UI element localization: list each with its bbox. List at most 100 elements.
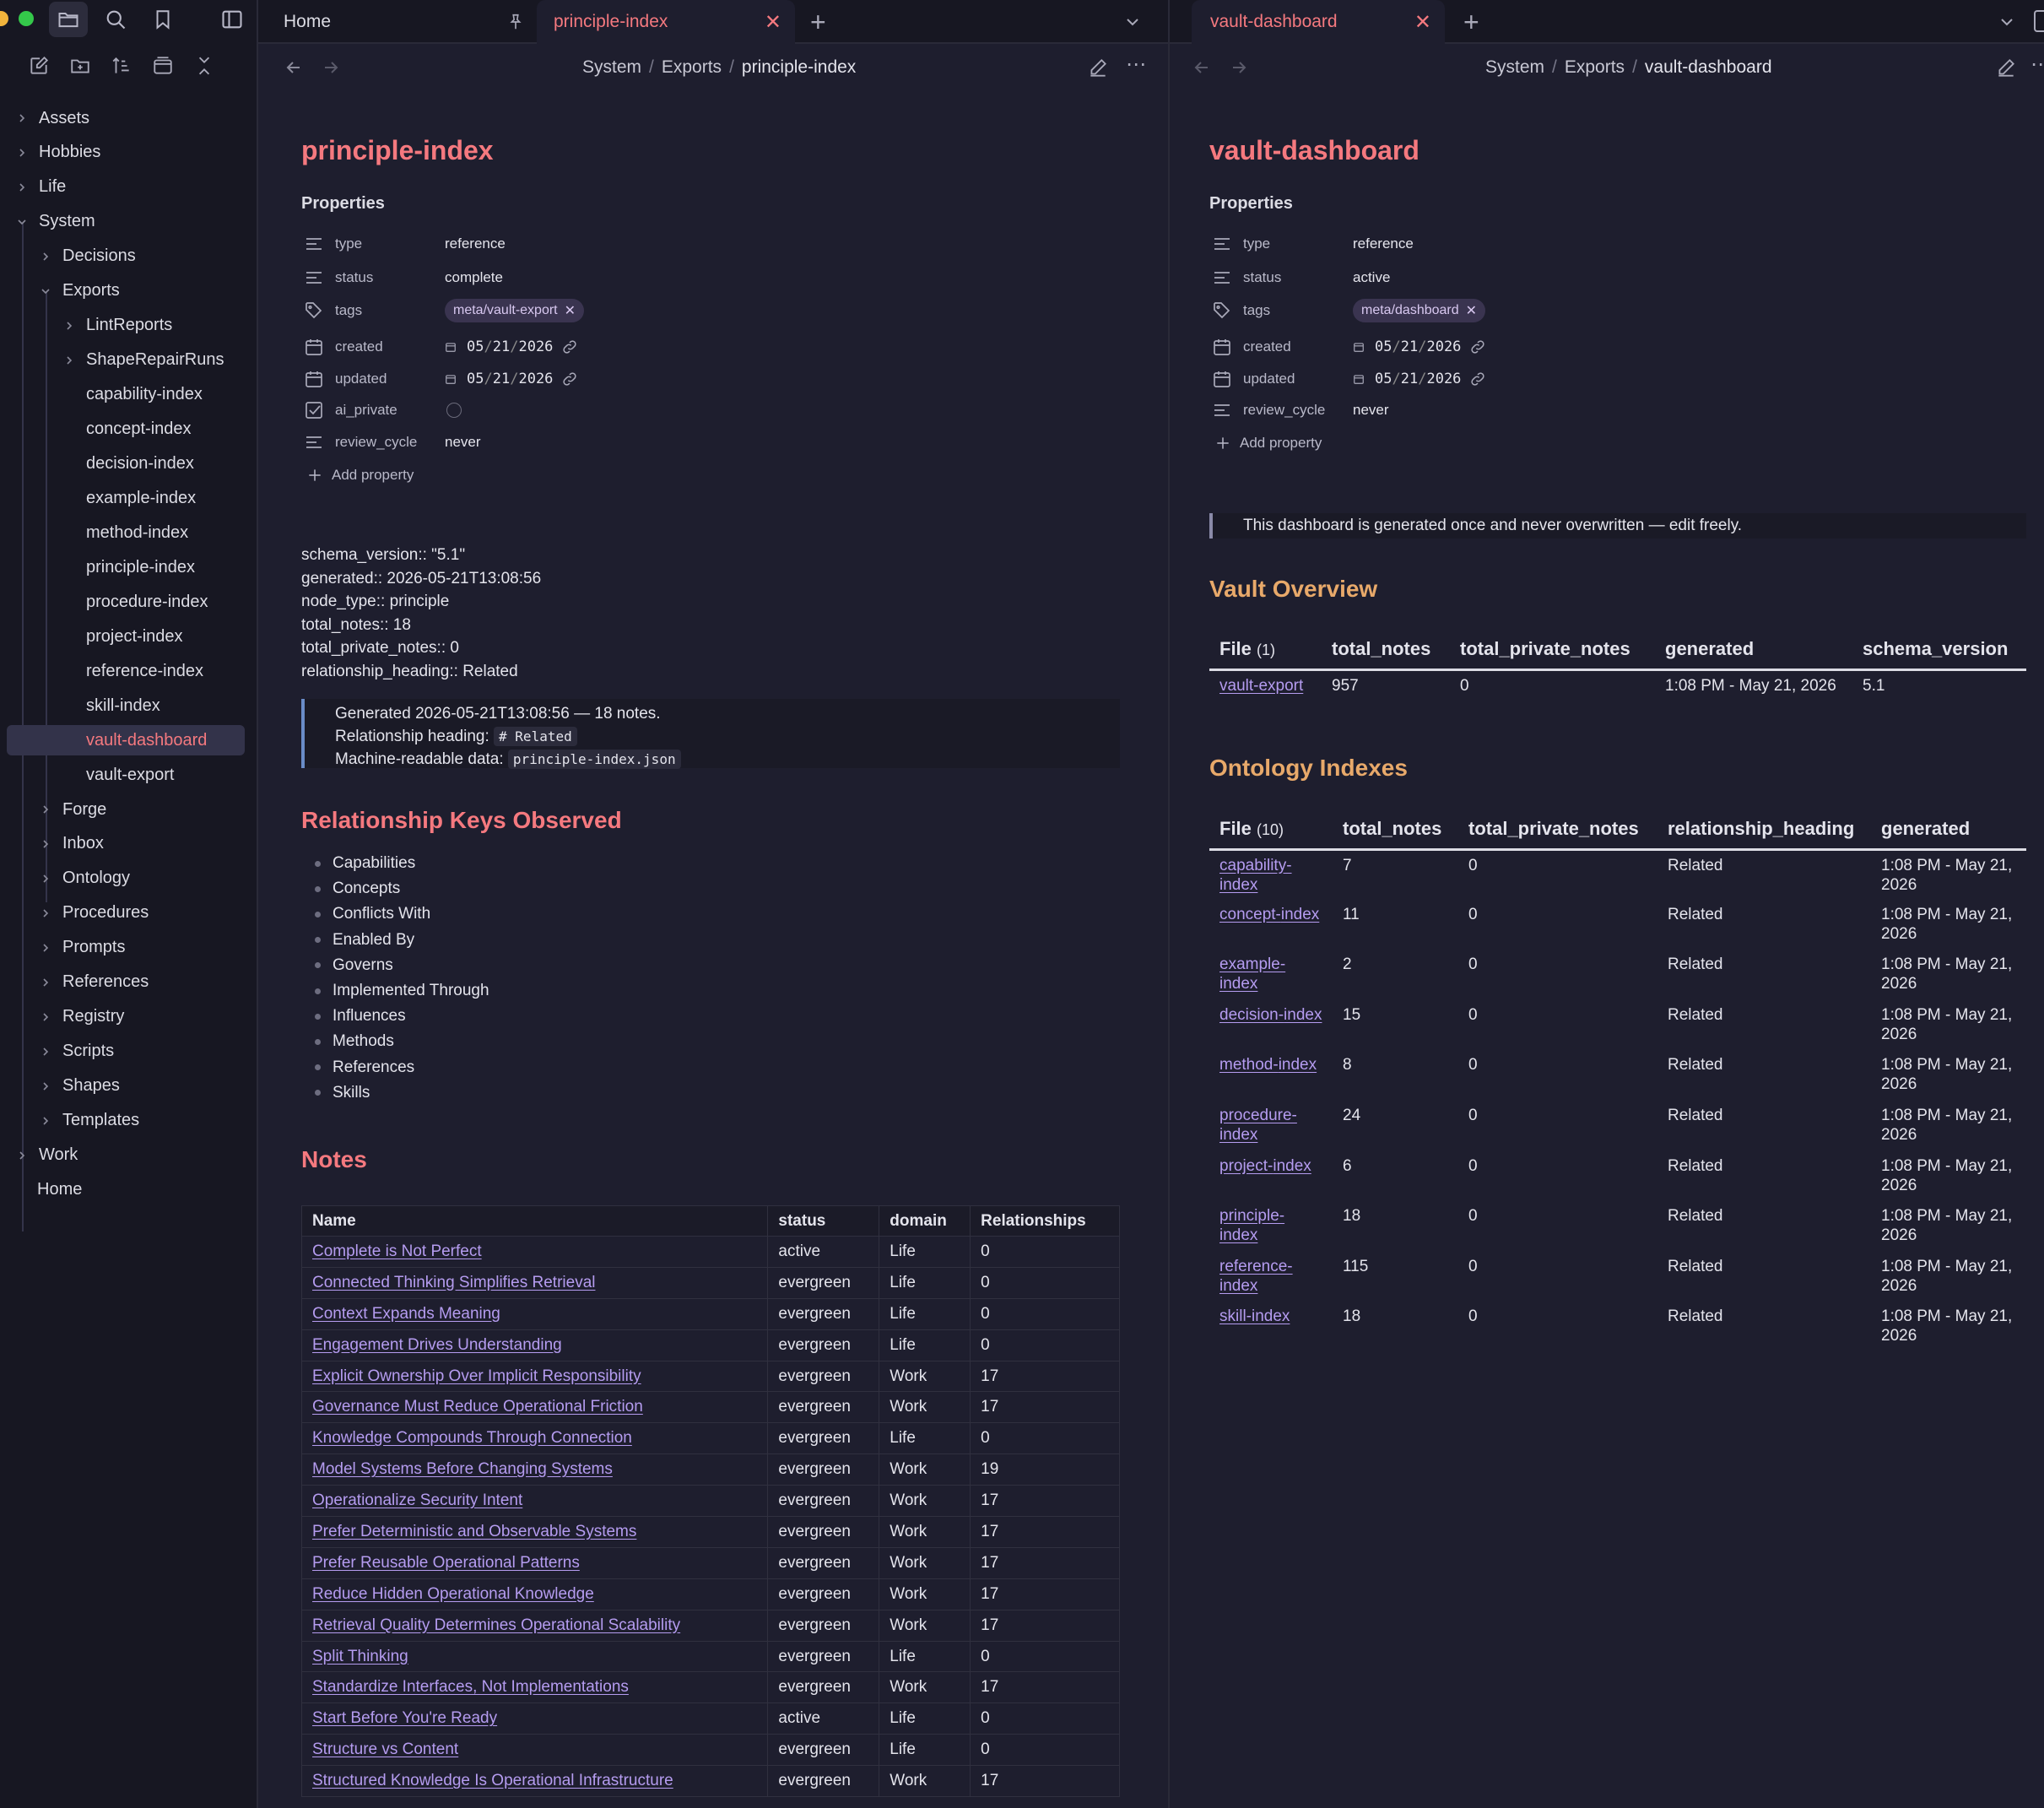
property-value[interactable]: 05/21/2026 [1353,338,1486,355]
column-header[interactable]: Relationships [970,1205,1120,1237]
property-value[interactable]: meta/dashboard ✕ [1353,299,1486,322]
tree-item[interactable]: Procedures [0,898,149,928]
pin-icon[interactable] [506,13,525,31]
property-value[interactable]: meta/vault-export ✕ [445,299,585,322]
tree-item[interactable]: Ontology [0,863,130,894]
calendar-icon[interactable] [301,334,327,360]
column-header[interactable]: Name [300,1205,769,1237]
edit-mode-icon[interactable] [1995,57,2017,79]
new-tab-button[interactable]: + [1463,7,1479,38]
search-tab-button[interactable] [96,2,135,37]
note-link[interactable]: Reduce Hidden Operational Knowledge [312,1585,594,1603]
property-value[interactable]: reference [445,235,506,252]
tab-list-chevron-icon[interactable] [1997,12,2017,32]
note-link[interactable]: Complete is Not Perfect [312,1242,482,1260]
file-link[interactable]: project-index [1219,1157,1311,1175]
bookmarks-tab-button[interactable] [143,2,182,37]
back-arrow-icon[interactable] [284,57,304,78]
file-link[interactable]: procedure-index [1219,1107,1297,1144]
note-link[interactable]: Knowledge Compounds Through Connection [312,1429,632,1447]
note-link[interactable]: Prefer Reusable Operational Patterns [312,1554,580,1572]
text-property-icon[interactable] [301,265,327,290]
tab-home[interactable]: Home [258,0,537,44]
column-header[interactable]: status [767,1205,880,1237]
column-header[interactable]: relationship_heading [1657,810,1871,851]
tree-item[interactable]: References [0,967,149,998]
tree-item[interactable]: Decisions [0,241,136,272]
breadcrumb-item[interactable]: Exports [662,57,722,77]
file-link[interactable]: principle-index [1219,1207,1284,1244]
property-value[interactable]: 05/21/2026 [1353,371,1486,387]
property-key[interactable]: created [335,338,383,355]
file-link[interactable]: concept-index [1219,906,1319,923]
tab-close-button[interactable]: ✕ [1414,10,1431,35]
property-key[interactable]: type [335,235,362,252]
link-icon[interactable] [1469,371,1486,387]
text-property-icon[interactable] [301,231,327,257]
property-value[interactable]: never [445,434,481,451]
note-link[interactable]: Operationalize Security Intent [312,1491,522,1509]
file-link[interactable]: reference-index [1219,1258,1293,1295]
calendar-icon[interactable] [1209,334,1235,360]
window-minimize-dot[interactable] [0,11,8,26]
property-key[interactable]: status [1243,269,1281,286]
tree-item[interactable]: procedure-index [0,587,208,617]
text-property-icon[interactable] [1209,231,1235,257]
collapse-all-icon[interactable] [192,54,216,78]
text-property-icon[interactable] [301,430,327,455]
tree-item[interactable]: reference-index [0,656,203,686]
file-link[interactable]: decision-index [1219,1006,1322,1024]
more-options-button[interactable]: ⋯ [2030,52,2044,77]
tree-item[interactable]: method-index [0,517,188,548]
tree-item[interactable]: Life [0,172,66,203]
file-link[interactable]: skill-index [1219,1307,1290,1325]
text-property-icon[interactable] [1209,265,1235,290]
window-zoom-dot[interactable] [19,11,34,26]
add-property-button[interactable]: Add property [1214,435,1322,452]
checkbox-property-icon[interactable] [301,398,327,423]
tree-item[interactable]: example-index [0,483,196,513]
tab-list-chevron-icon[interactable] [1122,12,1143,32]
tree-item[interactable]: Prompts [0,933,125,963]
date-value[interactable]: 05/21/2026 [445,371,553,387]
link-icon[interactable] [561,338,578,355]
tree-item[interactable]: Forge [0,794,106,825]
pane-divider[interactable] [1168,0,1170,1808]
note-link[interactable]: Governance Must Reduce Operational Frict… [312,1398,643,1416]
note-link[interactable]: Engagement Drives Understanding [312,1336,562,1354]
more-options-button[interactable]: ⋯ [1126,52,1146,77]
forward-arrow-icon[interactable] [1229,57,1249,78]
note-link[interactable]: Structure vs Content [312,1740,458,1758]
property-value[interactable]: active [1353,269,1390,286]
tree-item[interactable]: decision-index [0,449,194,479]
calendar-icon[interactable] [301,366,327,392]
calendar-icon[interactable] [1209,366,1235,392]
auto-reveal-icon[interactable] [151,54,175,78]
edit-mode-icon[interactable] [1087,57,1109,79]
property-key[interactable]: tags [1243,302,1270,319]
tree-item[interactable]: Inbox [0,829,104,859]
ai-private-toggle[interactable] [446,403,462,418]
tree-item[interactable]: principle-index [0,552,195,582]
tree-item[interactable]: Hobbies [0,138,100,168]
text-property-icon[interactable] [1209,398,1235,423]
property-key[interactable]: review_cycle [335,434,417,451]
tree-item[interactable]: Home [0,1174,82,1204]
column-header-file[interactable]: File (1) [1209,631,1322,671]
tab-principle-index[interactable]: principle-index ✕ [537,0,795,44]
file-link[interactable]: capability-index [1219,857,1292,894]
note-link[interactable]: Explicit Ownership Over Implicit Respons… [312,1367,641,1385]
note-link[interactable]: Prefer Deterministic and Observable Syst… [312,1523,636,1540]
new-note-icon[interactable] [27,54,51,78]
column-header[interactable]: domain [879,1205,971,1237]
remove-tag-icon[interactable]: ✕ [565,302,576,319]
column-header[interactable]: schema_version [1852,631,2026,671]
property-value[interactable]: complete [445,269,503,286]
note-link[interactable]: Retrieval Quality Determines Operational… [312,1616,680,1634]
property-value[interactable]: 05/21/2026 [445,338,578,355]
link-icon[interactable] [1469,338,1486,355]
file-link[interactable]: vault-export [1219,677,1303,695]
column-header-file[interactable]: File (10) [1209,810,1333,851]
sort-icon[interactable] [110,54,133,78]
tab-close-button[interactable]: ✕ [765,10,781,35]
